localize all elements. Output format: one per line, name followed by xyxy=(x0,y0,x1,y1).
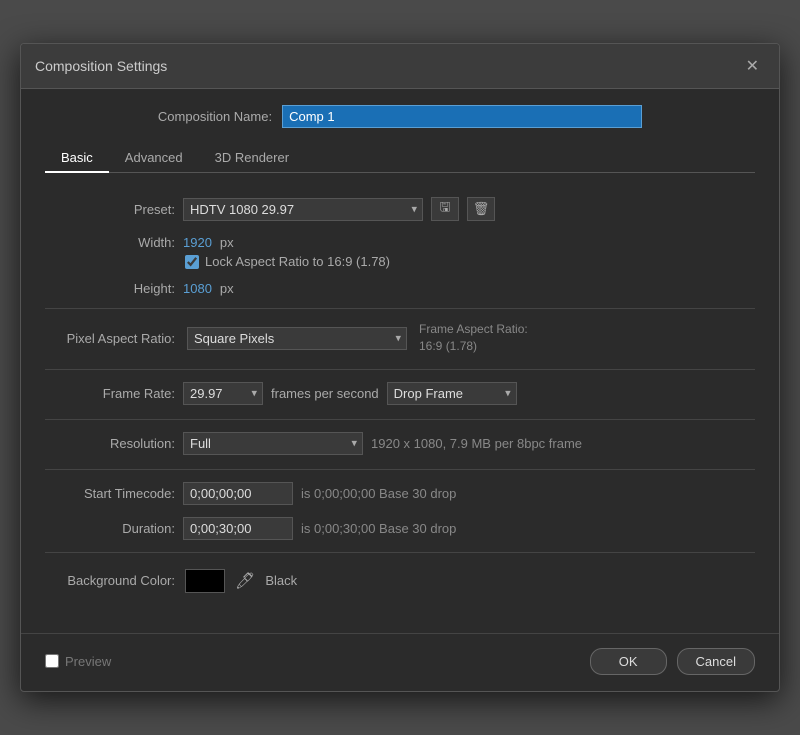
save-preset-button[interactable]: 🖫 xyxy=(431,197,459,221)
comp-name-input[interactable] xyxy=(282,105,642,128)
duration-row: Duration: is 0;00;30;00 Base 30 drop xyxy=(45,517,755,540)
width-unit: px xyxy=(220,235,234,250)
width-label: Width: xyxy=(45,235,175,250)
resolution-select[interactable]: Full Half Third Quarter Custom xyxy=(183,432,363,455)
drop-frame-select[interactable]: Drop Frame Non-Drop Frame xyxy=(387,382,517,405)
preset-select-wrapper: HDTV 1080 29.97 HDTV 720 29.97 NTSC DV P… xyxy=(183,198,423,221)
tabs-container: Basic Advanced 3D Renderer xyxy=(45,144,755,173)
divider-1 xyxy=(45,308,755,309)
divider-3 xyxy=(45,419,755,420)
height-row: Height: 1080 px xyxy=(45,281,755,296)
duration-label: Duration: xyxy=(45,521,175,536)
preview-label: Preview xyxy=(65,654,111,669)
frame-rate-label: Frame Rate: xyxy=(45,386,175,401)
comp-name-label: Composition Name: xyxy=(158,109,272,124)
frame-rate-unit: frames per second xyxy=(271,386,379,401)
frame-rate-row: Frame Rate: frames per second Drop Frame… xyxy=(45,382,755,405)
frame-rate-input[interactable] xyxy=(183,382,263,405)
tab-basic[interactable]: Basic xyxy=(45,144,109,173)
resolution-select-wrapper: Full Half Third Quarter Custom xyxy=(183,432,363,455)
bg-color-name: Black xyxy=(265,573,297,588)
resolution-info: 1920 x 1080, 7.9 MB per 8bpc frame xyxy=(371,436,582,451)
duration-info: is 0;00;30;00 Base 30 drop xyxy=(301,521,456,536)
preview-row: Preview xyxy=(45,654,111,669)
comp-name-row: Composition Name: xyxy=(45,105,755,128)
pixel-aspect-ratio-row: Pixel Aspect Ratio: Square Pixels D1/DV … xyxy=(45,321,755,355)
divider-2 xyxy=(45,369,755,370)
pixel-aspect-label: Pixel Aspect Ratio: xyxy=(45,331,175,346)
cancel-button[interactable]: Cancel xyxy=(677,648,755,675)
duration-input[interactable] xyxy=(183,517,293,540)
background-color-row: Background Color: 🖊 Black xyxy=(45,569,755,593)
preset-row: Preset: HDTV 1080 29.97 HDTV 720 29.97 N… xyxy=(45,197,755,221)
divider-5 xyxy=(45,552,755,553)
preset-label: Preset: xyxy=(45,202,175,217)
title-bar: Composition Settings ✕ xyxy=(21,44,779,89)
start-timecode-input[interactable] xyxy=(183,482,293,505)
lock-aspect-label: Lock Aspect Ratio to 16:9 (1.78) xyxy=(205,254,390,269)
frame-aspect-ratio-label: Frame Aspect Ratio: xyxy=(419,322,528,336)
start-timecode-row: Start Timecode: is 0;00;00;00 Base 30 dr… xyxy=(45,482,755,505)
eyedropper-button[interactable]: 🖊 xyxy=(235,571,255,591)
lock-aspect-row: Lock Aspect Ratio to 16:9 (1.78) xyxy=(185,254,755,269)
bg-color-swatch[interactable] xyxy=(185,569,225,593)
pixel-aspect-select-wrapper: Square Pixels D1/DV NTSC (0.91) D1/DV PA… xyxy=(187,327,407,350)
frame-aspect-info: Frame Aspect Ratio: 16:9 (1.78) xyxy=(419,321,528,355)
basic-tab-content: Preset: HDTV 1080 29.97 HDTV 720 29.97 N… xyxy=(45,189,755,609)
close-button[interactable]: ✕ xyxy=(740,54,765,78)
dialog-body: Composition Name: Basic Advanced 3D Rend… xyxy=(21,89,779,625)
preview-checkbox[interactable] xyxy=(45,654,59,668)
width-row: Width: 1920 px xyxy=(45,235,755,250)
height-value[interactable]: 1080 xyxy=(183,281,212,296)
divider-4 xyxy=(45,469,755,470)
tab-advanced[interactable]: Advanced xyxy=(109,144,199,173)
composition-settings-dialog: Composition Settings ✕ Composition Name:… xyxy=(20,43,780,692)
ok-button[interactable]: OK xyxy=(590,648,667,675)
resolution-label: Resolution: xyxy=(45,436,175,451)
drop-frame-select-wrapper: Drop Frame Non-Drop Frame xyxy=(387,382,517,405)
frame-aspect-ratio-value: 16:9 (1.78) xyxy=(419,339,477,353)
bg-color-label: Background Color: xyxy=(45,573,175,588)
pixel-aspect-select[interactable]: Square Pixels D1/DV NTSC (0.91) D1/DV PA… xyxy=(187,327,407,350)
lock-aspect-checkbox[interactable] xyxy=(185,255,199,269)
preset-select[interactable]: HDTV 1080 29.97 HDTV 720 29.97 NTSC DV P… xyxy=(183,198,423,221)
tab-3d-renderer[interactable]: 3D Renderer xyxy=(199,144,305,173)
start-timecode-label: Start Timecode: xyxy=(45,486,175,501)
delete-preset-button[interactable]: 🗑 xyxy=(467,197,495,221)
width-value[interactable]: 1920 xyxy=(183,235,212,250)
footer-buttons: OK Cancel xyxy=(590,648,755,675)
resolution-row: Resolution: Full Half Third Quarter Cust… xyxy=(45,432,755,455)
dialog-title: Composition Settings xyxy=(35,58,167,74)
frame-rate-input-wrapper xyxy=(183,382,263,405)
height-label: Height: xyxy=(45,281,175,296)
start-timecode-info: is 0;00;00;00 Base 30 drop xyxy=(301,486,456,501)
dialog-footer: Preview OK Cancel xyxy=(21,633,779,691)
height-unit: px xyxy=(220,281,234,296)
